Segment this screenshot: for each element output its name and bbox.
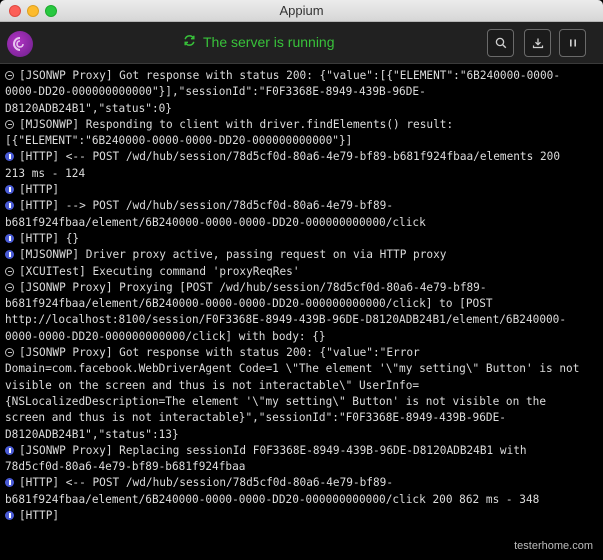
server-status: The server is running (183, 34, 335, 50)
log-text: b681f924fbaa/element/6B240000-0000-0000-… (5, 215, 426, 229)
log-entry: [JSONWP Proxy] Proxying [POST /wd/hub/se… (5, 280, 603, 296)
log-entry-continuation: 213 ms - 124 (5, 166, 603, 182)
pause-icon (569, 39, 576, 47)
log-entry: [MJSONWP] Responding to client with driv… (5, 117, 603, 133)
log-entry-continuation: b681f924fbaa/element/6B240000-0000-0000-… (5, 296, 603, 312)
log-entry: [JSONWP Proxy] Replacing sessionId F0F33… (5, 443, 603, 459)
watermark: testerhome.com (514, 540, 593, 552)
log-entry: [HTTP] <-- POST /wd/hub/session/78d5cf0d… (5, 149, 603, 165)
log-text: b681f924fbaa/element/6B240000-0000-0000-… (5, 492, 540, 506)
log-entry: [HTTP] <-- POST /wd/hub/session/78d5cf0d… (5, 475, 603, 491)
log-entry-continuation: [{"ELEMENT":"6B240000-0000-0000-DD20-000… (5, 133, 603, 149)
title-bar: Appium (0, 0, 603, 22)
log-text: [HTTP] (19, 509, 60, 523)
log-text: [JSONWP Proxy] Replacing sessionId F0F33… (19, 443, 527, 457)
message-icon (5, 71, 14, 80)
log-text: [MJSONWP] Driver proxy active, passing r… (19, 248, 447, 262)
log-text: [HTTP] {} (19, 231, 80, 245)
log-entry-continuation: b681f924fbaa/element/6B240000-0000-0000-… (5, 492, 603, 508)
log-entry-continuation: {NSLocalizedDescription=The element '\"m… (5, 394, 603, 410)
log-text: http://localhost:8100/session/F0F3368E-8… (5, 313, 567, 327)
server-log: [JSONWP Proxy] Got response with status … (0, 64, 603, 560)
log-entry-continuation: screen and thus is not interactable}","s… (5, 410, 603, 426)
log-entry-continuation: D8120ADB24B1","status":13} (5, 427, 603, 443)
info-icon (5, 478, 14, 488)
log-text: b681f924fbaa/element/6B240000-0000-0000-… (5, 297, 493, 311)
log-text: 0000-DD20-000000000000"}],"sessionId":"F… (5, 85, 426, 99)
log-entry-continuation: Domain=com.facebook.WebDriverAgent Code=… (5, 361, 603, 377)
log-text: screen and thus is not interactable}","s… (5, 411, 506, 425)
info-icon (5, 250, 14, 260)
log-text: [JSONWP Proxy] Proxying [POST /wd/hub/se… (19, 280, 487, 294)
info-icon (5, 201, 14, 211)
info-icon (5, 445, 14, 455)
log-entry: [JSONWP Proxy] Got response with status … (5, 68, 603, 84)
log-text: 0000-0000-DD20-000000000000/click] with … (5, 329, 326, 343)
log-text: [XCUITest] Executing command 'proxyReqRe… (19, 264, 300, 278)
appium-window: Appium The server is running [JSONWP Pro… (0, 0, 603, 560)
log-entry: [HTTP] (5, 508, 603, 524)
log-entry: [JSONWP Proxy] Got response with status … (5, 345, 603, 361)
info-icon (5, 233, 14, 243)
log-entry-continuation: http://localhost:8100/session/F0F3368E-8… (5, 312, 603, 328)
log-text: [{"ELEMENT":"6B240000-0000-0000-DD20-000… (5, 134, 353, 148)
log-entry: [XCUITest] Executing command 'proxyReqRe… (5, 264, 603, 280)
log-entry: [MJSONWP] Driver proxy active, passing r… (5, 247, 603, 263)
log-entry-continuation: 0000-0000-DD20-000000000000/click] with … (5, 329, 603, 345)
log-text: [HTTP] <-- POST /wd/hub/session/78d5cf0d… (19, 476, 394, 490)
log-text: [HTTP] --> POST /wd/hub/session/78d5cf0d… (19, 199, 394, 213)
log-text: D8120ADB24B1","status":0} (5, 101, 172, 115)
log-text: Domain=com.facebook.WebDriverAgent Code=… (5, 362, 580, 376)
appium-logo-icon (7, 31, 33, 57)
log-text: 213 ms - 124 (5, 166, 86, 180)
status-text: The server is running (203, 34, 335, 50)
pause-button[interactable] (559, 29, 586, 57)
info-icon (5, 511, 14, 521)
log-text: [HTTP] (19, 183, 60, 197)
download-logs-button[interactable] (524, 29, 551, 57)
search-button[interactable] (487, 29, 514, 57)
log-text: 78d5cf0d-80a6-4e79-bf89-b681f924fbaa (5, 460, 246, 474)
log-text: {NSLocalizedDescription=The element '\"m… (5, 394, 546, 408)
log-entry-continuation: 78d5cf0d-80a6-4e79-bf89-b681f924fbaa (5, 459, 603, 475)
window-title: Appium (279, 3, 324, 18)
message-icon (5, 119, 14, 129)
log-entry: [HTTP] (5, 182, 603, 198)
message-icon (5, 348, 14, 358)
server-header: The server is running (0, 22, 603, 64)
log-entry: [HTTP] --> POST /wd/hub/session/78d5cf0d… (5, 198, 603, 214)
info-icon (5, 152, 14, 162)
message-icon (5, 282, 14, 292)
log-entry-continuation: 0000-DD20-000000000000"}],"sessionId":"F… (5, 84, 603, 100)
info-icon (5, 185, 14, 195)
log-text: [JSONWP Proxy] Got response with status … (19, 346, 420, 360)
log-text: [JSONWP Proxy] Got response with status … (19, 69, 560, 82)
log-text: D8120ADB24B1","status":13} (5, 427, 179, 441)
search-icon (495, 37, 506, 49)
log-text: [MJSONWP] Responding to client with driv… (19, 117, 454, 131)
log-entry: [HTTP] {} (5, 231, 603, 247)
refresh-icon (183, 34, 196, 50)
download-icon (532, 38, 543, 49)
log-entry-continuation: visible on the screen and thus is not in… (5, 378, 603, 394)
log-entry-continuation: b681f924fbaa/element/6B240000-0000-0000-… (5, 215, 603, 231)
message-icon (5, 266, 14, 276)
log-entry-continuation: D8120ADB24B1","status":0} (5, 101, 603, 117)
log-text: [HTTP] <-- POST /wd/hub/session/78d5cf0d… (19, 150, 560, 164)
log-text: visible on the screen and thus is not in… (5, 378, 420, 392)
